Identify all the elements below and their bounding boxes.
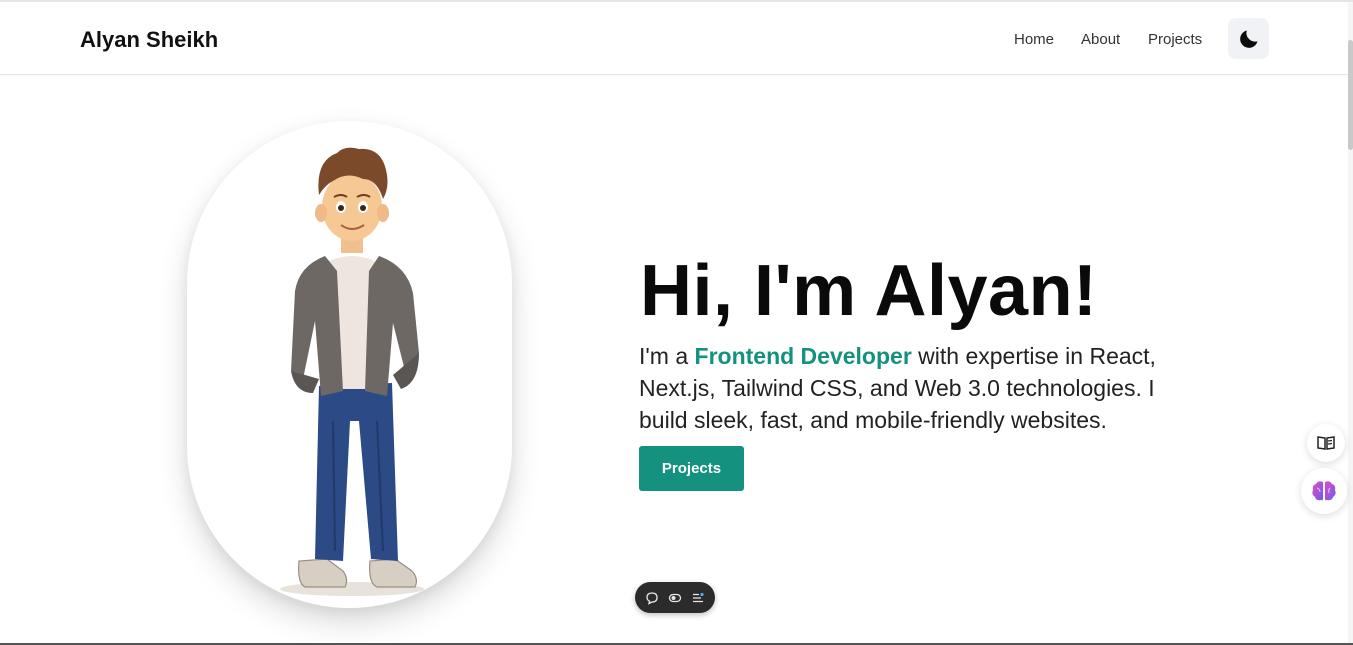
book-reader-icon: [1317, 436, 1335, 450]
hero-desc-prefix: I'm a: [639, 343, 695, 369]
moon-icon: [1239, 30, 1257, 48]
theme-toggle-button[interactable]: [1228, 18, 1269, 59]
nav-projects[interactable]: Projects: [1148, 31, 1202, 48]
avatar-card: [187, 121, 512, 608]
scrollbar-thumb[interactable]: [1348, 40, 1353, 150]
projects-button[interactable]: Projects: [639, 446, 744, 491]
bottom-toolbar: [635, 582, 715, 613]
settings-list-icon[interactable]: [691, 591, 705, 605]
scrollbar-track[interactable]: [1348, 2, 1353, 643]
toggle-icon[interactable]: [668, 591, 682, 605]
ai-assistant-button[interactable]: [1301, 468, 1347, 514]
hero-title: Hi, I'm Alyan!: [640, 251, 1098, 331]
hero-description: I'm a Frontend Developer with expertise …: [639, 340, 1199, 436]
brain-icon: [1312, 481, 1336, 501]
navbar: Alyan Sheikh Home About Projects: [0, 2, 1348, 75]
nav-home[interactable]: Home: [1014, 31, 1054, 48]
nav-about[interactable]: About: [1081, 31, 1120, 48]
comment-icon[interactable]: [645, 591, 659, 605]
brand-logo[interactable]: Alyan Sheikh: [80, 27, 218, 53]
hero-desc-highlight: Frontend Developer: [694, 343, 912, 369]
avatar-illustration: [280, 147, 424, 596]
reader-mode-button[interactable]: [1307, 424, 1345, 462]
